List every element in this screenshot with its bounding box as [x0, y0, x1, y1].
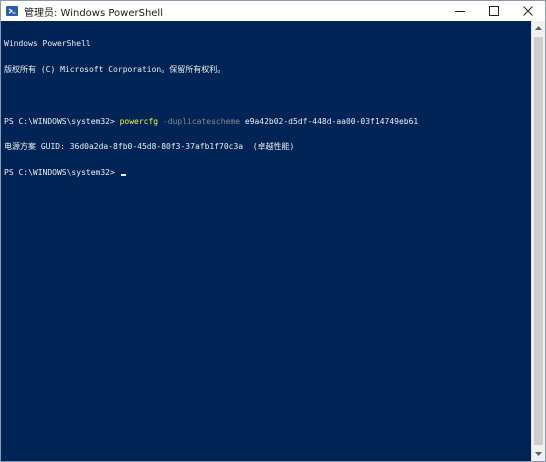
text-cursor — [120, 174, 126, 177]
command-argument: e9a42b02-d5df-448d-aa00-03f14749eb61 — [240, 116, 419, 126]
output-line: 电源方案 GUID: 36d0a2da-8fb0-45d8-80f3-37afb… — [4, 142, 295, 152]
maximize-icon — [489, 6, 499, 16]
powershell-window: 管理员: Windows PowerShell Windows PowerShe… — [0, 0, 546, 462]
window-controls — [443, 1, 545, 21]
minimize-icon — [455, 11, 465, 12]
scroll-down-button[interactable] — [532, 447, 545, 461]
scroll-up-button[interactable] — [532, 21, 545, 35]
console-output[interactable]: Windows PowerShell 版权所有 (C) Microsoft Co… — [1, 21, 531, 461]
close-button[interactable] — [511, 1, 545, 21]
maximize-button[interactable] — [477, 1, 511, 21]
close-icon — [523, 6, 533, 16]
scroll-thumb[interactable] — [534, 37, 543, 445]
window-title: 管理员: Windows PowerShell — [24, 7, 163, 19]
chevron-up-icon — [535, 26, 542, 30]
copyright-line: 版权所有 (C) Microsoft Corporation。保留所有权利。 — [4, 64, 226, 74]
command-line: PS C:\WINDOWS\system32> powercfg -duplic… — [4, 116, 531, 127]
powershell-icon[interactable] — [6, 5, 18, 17]
chevron-down-icon — [535, 452, 542, 456]
command-name: powercfg — [119, 116, 159, 126]
prompt: PS C:\WINDOWS\system32> — [4, 168, 120, 178]
prompt: PS C:\WINDOWS\system32> — [4, 116, 120, 126]
command-parameter: -duplicatescheme — [158, 116, 241, 126]
title-bar[interactable]: 管理员: Windows PowerShell — [1, 1, 545, 21]
minimize-button[interactable] — [443, 1, 477, 21]
current-prompt-line[interactable]: PS C:\WINDOWS\system32> — [4, 168, 531, 178]
vertical-scrollbar[interactable] — [531, 21, 545, 461]
banner-line: Windows PowerShell — [4, 39, 91, 49]
